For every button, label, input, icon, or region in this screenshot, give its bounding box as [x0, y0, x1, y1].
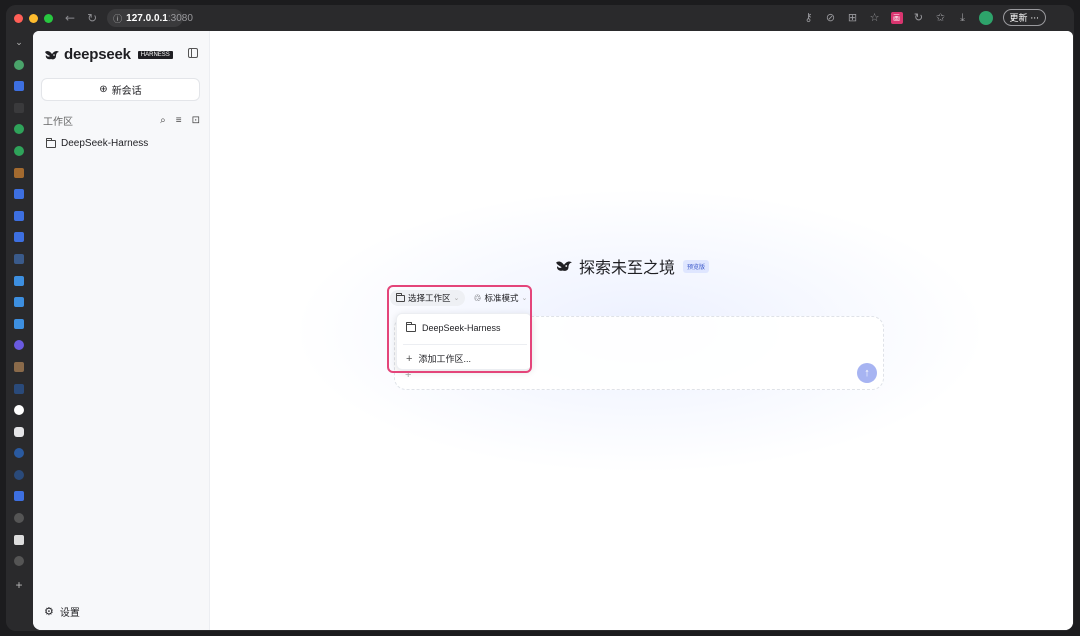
new-folder-icon[interactable]: ⊡: [192, 115, 200, 126]
minimize-window-button[interactable]: [29, 13, 38, 23]
tab-icon[interactable]: [14, 59, 24, 70]
profile-avatar[interactable]: [978, 10, 993, 25]
brand-badge: HARNESS: [137, 50, 173, 59]
search-icon[interactable]: ⌕: [160, 115, 166, 126]
calendar-icon[interactable]: [14, 318, 24, 329]
workspace-header-label: 工作区: [43, 117, 73, 128]
tab-icon[interactable]: [14, 383, 24, 394]
folder-icon: [396, 292, 405, 302]
extension-icon[interactable]: 画: [890, 11, 903, 24]
settings-button[interactable]: ⚙ 设置: [44, 604, 80, 619]
chevron-down-icon[interactable]: ⌄: [15, 37, 23, 48]
mode-label: 标准模式: [484, 293, 519, 303]
github-icon[interactable]: [14, 405, 24, 416]
update-label: 更新: [1009, 14, 1028, 24]
input-toolbar: 选择工作区 ⌄ ♲ 标准模式 ⌄: [390, 290, 533, 306]
refresh-extension-icon[interactable]: ↻: [913, 11, 925, 24]
calendar-icon[interactable]: [14, 297, 24, 308]
sidebar: deepseek HARNESS ⊕ 新会话 工作区 ⌕ ≡ ⊡ DeepSee…: [33, 31, 210, 630]
whale-icon: [556, 261, 572, 271]
chevron-down-icon: ⌄: [453, 295, 460, 302]
sidebar-toggle-icon[interactable]: [188, 48, 198, 58]
url-port: :3080: [167, 12, 193, 24]
send-button[interactable]: ↑: [857, 363, 877, 383]
update-button[interactable]: 更新 ···: [1002, 9, 1046, 26]
brand-logo: deepseek HARNESS: [44, 46, 173, 63]
dropdown-divider: [403, 344, 527, 345]
tab-icon[interactable]: [14, 210, 24, 221]
dropdown-item-workspace[interactable]: DeepSeek-Harness: [406, 322, 501, 333]
tab-icon[interactable]: [14, 469, 24, 480]
grid-icon[interactable]: ⊞: [847, 11, 859, 24]
tab-icon[interactable]: [14, 189, 24, 200]
tab-icon[interactable]: [14, 232, 24, 243]
preview-badge: 预览版: [683, 259, 710, 273]
window-controls: [14, 13, 53, 23]
chevron-down-icon: ⌄: [521, 295, 528, 302]
add-workspace-label: 添加工作区...: [418, 354, 471, 364]
browser-vertical-tabs: ⌄ +: [6, 31, 32, 631]
calendar-icon[interactable]: [14, 275, 24, 286]
browser-titlebar: ← ↻ ⓘ 127.0.0.1:3080 ⚷ ⊘ ⊞ ☆ 画 ↻ ✩ ⤓ 更新 …: [6, 5, 1074, 31]
image-icon[interactable]: [14, 361, 24, 372]
select-workspace-label: 选择工作区: [408, 293, 451, 303]
new-chat-label: 新会话: [111, 86, 142, 97]
tab-icon[interactable]: [14, 145, 24, 156]
download-icon[interactable]: ⤓: [957, 11, 969, 24]
back-icon[interactable]: ←: [65, 11, 75, 25]
deepseek-icon[interactable]: [14, 513, 24, 524]
info-icon[interactable]: ⓘ: [113, 12, 122, 25]
sidebar-item-workspace[interactable]: DeepSeek-Harness: [46, 137, 149, 149]
address-bar[interactable]: ⓘ 127.0.0.1:3080: [107, 9, 193, 27]
new-tab-icon[interactable]: +: [15, 578, 22, 592]
attach-icon[interactable]: +: [405, 369, 411, 381]
tab-icon[interactable]: [14, 448, 24, 459]
tab-icon[interactable]: [14, 340, 24, 351]
tab-icon[interactable]: [14, 81, 24, 92]
brand-name: deepseek: [64, 46, 131, 63]
close-window-button[interactable]: [14, 13, 23, 23]
key-icon[interactable]: ⚷: [803, 11, 815, 24]
new-chat-button[interactable]: ⊕ 新会话: [41, 78, 200, 101]
browser-window: ← ↻ ⓘ 127.0.0.1:3080 ⚷ ⊘ ⊞ ☆ 画 ↻ ✩ ⤓ 更新 …: [6, 5, 1074, 631]
tab-icon[interactable]: [14, 253, 24, 264]
filter-icon[interactable]: ≡: [176, 115, 182, 126]
tab-icon[interactable]: [14, 102, 24, 113]
workspace-header: 工作区 ⌕ ≡ ⊡: [43, 113, 200, 128]
folder-icon: [46, 137, 56, 148]
maximize-window-button[interactable]: [44, 13, 53, 23]
mode-icon: ♲: [473, 292, 482, 303]
tab-icon[interactable]: [14, 534, 24, 545]
shield-icon[interactable]: ⊘: [825, 11, 837, 24]
folder-icon: [406, 322, 416, 332]
url-host: 127.0.0.1: [126, 12, 168, 24]
reload-icon[interactable]: ↻: [87, 11, 97, 25]
tab-icon[interactable]: [14, 167, 24, 178]
add-workspace-item[interactable]: + 添加工作区...: [406, 352, 471, 365]
deepseek-icon[interactable]: [14, 556, 24, 567]
deepseek-icon[interactable]: [14, 426, 24, 437]
star-icon[interactable]: ☆: [869, 11, 881, 24]
browser-toolbar-right: ⚷ ⊘ ⊞ ☆ 画 ↻ ✩ ⤓ 更新 ···: [803, 9, 1046, 26]
plus-circle-icon: ⊕: [99, 84, 108, 95]
workspace-dropdown: DeepSeek-Harness + 添加工作区...: [396, 313, 532, 370]
settings-label: 设置: [59, 608, 80, 619]
favorites-icon[interactable]: ✩: [935, 11, 947, 24]
workspace-label: DeepSeek-Harness: [61, 138, 149, 149]
tab-icon[interactable]: [14, 491, 24, 502]
plus-icon: +: [406, 352, 413, 365]
app-viewport: deepseek HARNESS ⊕ 新会话 工作区 ⌕ ≡ ⊡ DeepSee…: [33, 31, 1073, 630]
hero-heading: 探索未至之境 预览版: [555, 254, 710, 278]
hero-title: 探索未至之境: [579, 258, 676, 277]
select-workspace-button[interactable]: 选择工作区 ⌄: [390, 290, 466, 306]
main-panel: 探索未至之境 预览版 + ↑ 选择工作区 ⌄ ♲ 标准模式 ⌄ DeepSeek…: [210, 31, 1073, 630]
gear-icon: ⚙: [44, 606, 54, 618]
mode-selector[interactable]: ♲ 标准模式 ⌄: [471, 290, 533, 306]
dropdown-item-label: DeepSeek-Harness: [422, 323, 501, 333]
tab-icon[interactable]: [14, 124, 24, 135]
whale-icon: [45, 50, 59, 59]
